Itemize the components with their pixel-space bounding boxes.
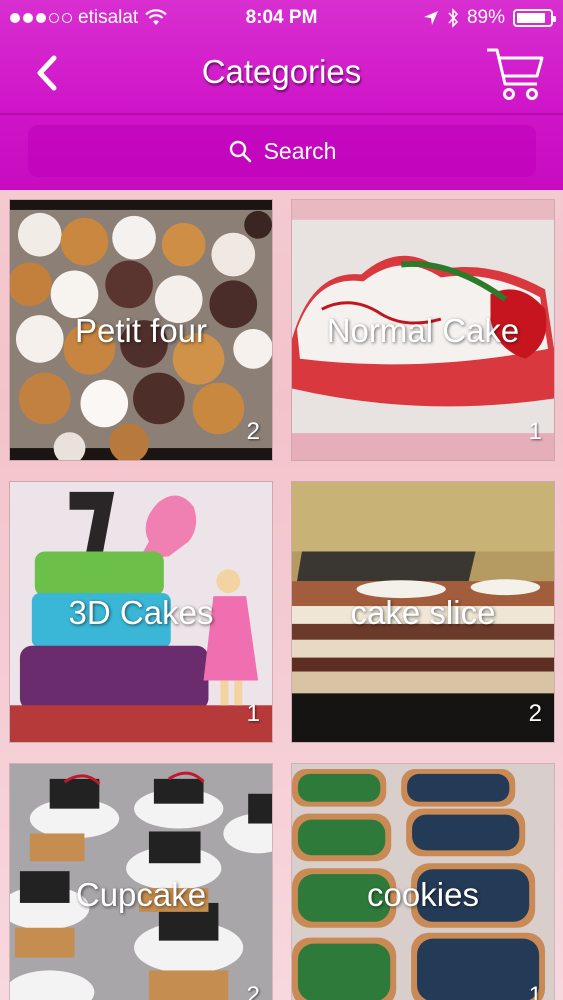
category-count: 2 — [246, 982, 260, 1000]
category-tile-cupcake[interactable]: Cupcake 2 — [9, 763, 273, 1000]
search-icon — [229, 140, 251, 163]
category-name: Normal Cake — [326, 312, 520, 349]
page-title: Categories — [201, 53, 362, 90]
header-bar: etisalat 8:04 PM 89% Categories Search — [0, 0, 563, 190]
category-name: Cupcake — [75, 876, 207, 913]
status-bar: etisalat 8:04 PM 89% — [0, 0, 563, 38]
category-count: 2 — [246, 418, 260, 445]
category-tile-cake-slice[interactable]: cake slice 2 — [291, 481, 555, 743]
category-count: 1 — [528, 982, 542, 1000]
battery-percent: 89% — [466, 7, 505, 28]
category-grid: Petit four 2 Normal Cake 1 3D Cakes 1 ca… — [9, 199, 555, 1000]
category-tile-normal-cake[interactable]: Normal Cake 1 — [291, 199, 555, 461]
search-input[interactable]: Search — [28, 125, 536, 177]
category-name: Petit four — [74, 312, 208, 349]
bluetooth-icon — [448, 8, 459, 28]
navigation-bar: Categories — [0, 38, 563, 114]
category-count: 1 — [528, 418, 542, 445]
category-count: 1 — [246, 700, 260, 727]
battery-icon — [513, 9, 556, 27]
nav-divider — [0, 113, 563, 115]
search-placeholder: Search — [263, 137, 337, 164]
category-name: cookies — [367, 876, 479, 913]
location-arrow-icon — [423, 11, 438, 25]
category-tile-3d-cakes[interactable]: 3D Cakes 1 — [9, 481, 273, 743]
category-tile-petit-four[interactable]: Petit four 2 — [9, 199, 273, 461]
category-tile-cookies[interactable]: cookies 1 — [291, 763, 555, 1000]
search-bar: Search — [0, 116, 563, 190]
category-name: cake slice — [350, 594, 496, 631]
category-name: 3D Cakes — [68, 594, 214, 631]
cart-icon — [487, 48, 544, 100]
category-count: 2 — [528, 700, 542, 727]
cart-button[interactable] — [485, 46, 545, 104]
